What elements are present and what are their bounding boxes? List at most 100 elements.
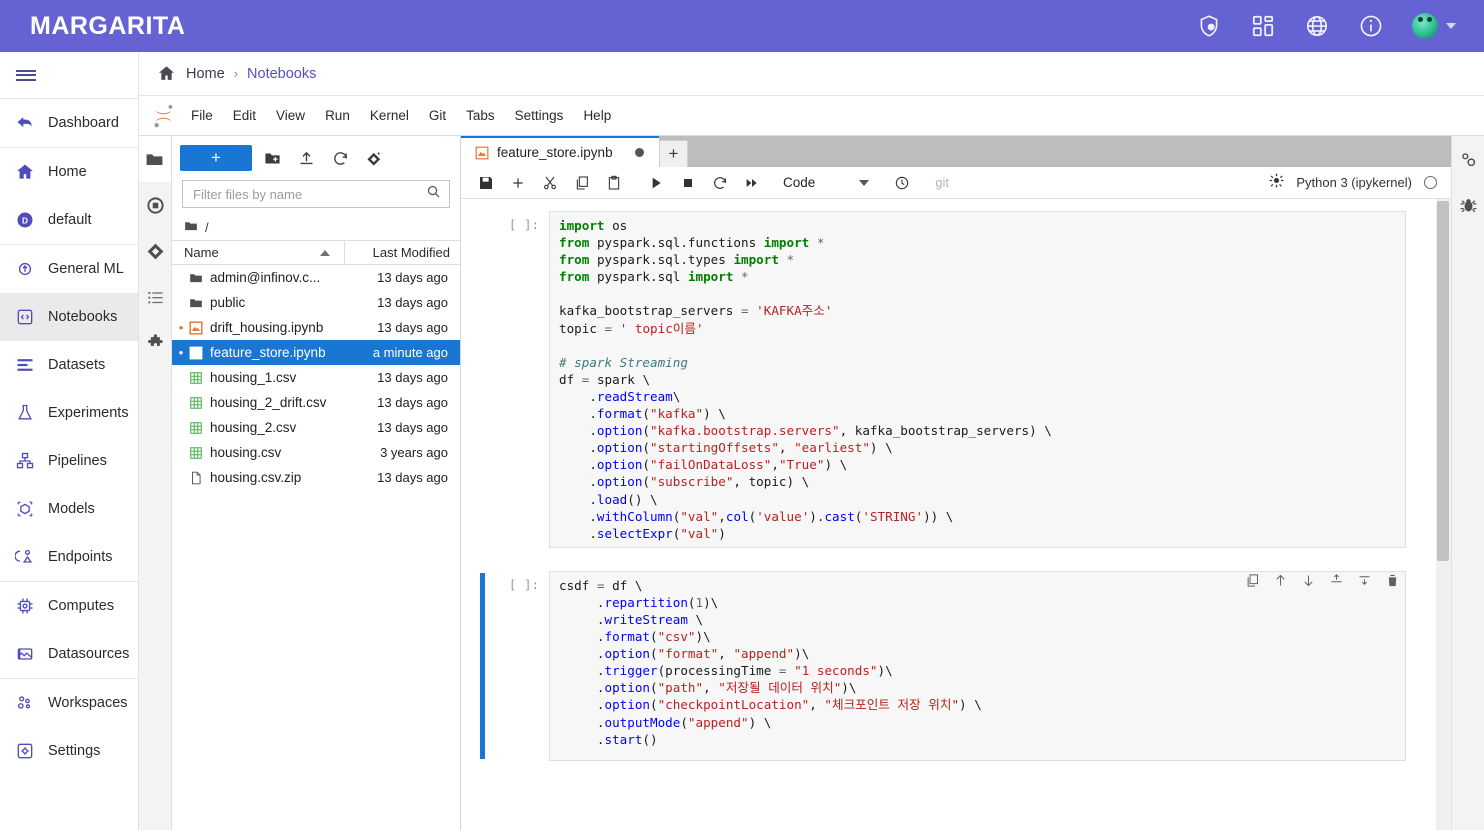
info-icon[interactable] bbox=[1358, 13, 1384, 39]
cell-editor[interactable]: import os from pyspark.sql.functions imp… bbox=[549, 211, 1406, 548]
new-tab-button[interactable]: + bbox=[659, 140, 688, 167]
menu-kernel[interactable]: Kernel bbox=[360, 104, 419, 127]
notebook-tab[interactable]: feature_store.ipynb bbox=[461, 136, 659, 167]
menu-run[interactable]: Run bbox=[315, 104, 360, 127]
datasource-icon bbox=[14, 643, 36, 665]
kernel-gear-icon[interactable] bbox=[1269, 173, 1284, 193]
sidebar-item-models[interactable]: Models bbox=[0, 485, 138, 533]
notebook-scrollbar[interactable] bbox=[1436, 199, 1451, 830]
table-row[interactable]: housing_2_drift.csv 13 days ago bbox=[172, 390, 460, 415]
column-header-name[interactable]: Name bbox=[172, 245, 344, 260]
table-row[interactable]: housing_2.csv 13 days ago bbox=[172, 415, 460, 440]
menu-git[interactable]: Git bbox=[419, 104, 456, 127]
menu-edit[interactable]: Edit bbox=[223, 104, 266, 127]
sidebar-group-ml: General ML Notebooks Datasets Experiment… bbox=[0, 244, 138, 581]
insert-cell-above-icon[interactable] bbox=[1326, 571, 1346, 591]
restart-and-run-all-icon[interactable] bbox=[737, 170, 767, 196]
file-browser-path: / bbox=[205, 219, 209, 235]
menu-view[interactable]: View bbox=[266, 104, 315, 127]
sidebar-item-general-ml[interactable]: General ML bbox=[0, 245, 138, 293]
breadcrumb-home-link[interactable]: Home bbox=[186, 66, 225, 82]
delete-cell-icon[interactable] bbox=[1382, 571, 1402, 591]
general-ml-icon bbox=[14, 258, 36, 280]
table-row[interactable]: • drift_housing.ipynb 13 days ago bbox=[172, 315, 460, 340]
debugger-bug-icon[interactable] bbox=[1452, 182, 1484, 228]
file-filter-wrapper bbox=[172, 180, 460, 214]
table-row[interactable]: housing_1.csv 13 days ago bbox=[172, 365, 460, 390]
shield-lock-icon[interactable] bbox=[1196, 13, 1222, 39]
run-cell-icon[interactable] bbox=[641, 170, 671, 196]
notebook-cell[interactable]: [ ]: import os from pyspark.sql.function… bbox=[461, 207, 1436, 552]
hamburger-menu-icon[interactable] bbox=[0, 52, 138, 98]
sidebar-item-settings[interactable]: Settings bbox=[0, 727, 138, 775]
breadcrumb-current[interactable]: Notebooks bbox=[247, 66, 316, 82]
notebook-scrollbar-thumb[interactable] bbox=[1437, 201, 1449, 561]
notebook-cell[interactable]: [ ]: csdf = df \ .repartition(1)\ .write… bbox=[461, 567, 1436, 765]
menu-settings[interactable]: Settings bbox=[505, 104, 574, 127]
stop-kernel-icon[interactable] bbox=[673, 170, 703, 196]
sidebar-item-datasets[interactable]: Datasets bbox=[0, 341, 138, 389]
duplicate-cell-icon[interactable] bbox=[1242, 571, 1262, 591]
move-cell-up-icon[interactable] bbox=[1270, 571, 1290, 591]
insert-cell-below-icon[interactable] bbox=[503, 170, 533, 196]
column-header-modified[interactable]: Last Modified bbox=[344, 240, 460, 265]
table-row[interactable]: public 13 days ago bbox=[172, 290, 460, 315]
insert-cell-below-icon[interactable] bbox=[1354, 571, 1374, 591]
cut-icon[interactable] bbox=[535, 170, 565, 196]
sidebar-item-datasources[interactable]: Datasources bbox=[0, 630, 138, 678]
sidebar-item-endpoints[interactable]: Endpoints bbox=[0, 533, 138, 581]
cell-type-value: Code bbox=[783, 175, 816, 190]
running-terminals-icon[interactable] bbox=[139, 182, 171, 228]
csv-icon bbox=[186, 421, 206, 435]
menu-tabs[interactable]: Tabs bbox=[456, 104, 505, 127]
menu-file[interactable]: File bbox=[181, 104, 223, 127]
apps-grid-icon[interactable] bbox=[1250, 13, 1276, 39]
git-clone-icon[interactable] bbox=[360, 145, 388, 171]
sidebar-item-notebooks[interactable]: Notebooks bbox=[0, 293, 138, 341]
sidebar-item-default[interactable]: D default bbox=[0, 196, 138, 244]
file-browser-icon[interactable] bbox=[139, 136, 171, 182]
table-row[interactable]: • feature_store.ipynb a minute ago bbox=[172, 340, 460, 365]
paste-icon[interactable] bbox=[599, 170, 629, 196]
extension-puzzle-icon[interactable] bbox=[139, 320, 171, 366]
copy-icon[interactable] bbox=[567, 170, 597, 196]
pipelines-icon bbox=[14, 450, 36, 472]
sidebar-item-pipelines[interactable]: Pipelines bbox=[0, 437, 138, 485]
new-launcher-button[interactable]: + bbox=[180, 145, 252, 171]
clock-icon[interactable] bbox=[887, 170, 917, 196]
folder-icon bbox=[184, 219, 198, 236]
notebook-running-icon bbox=[186, 320, 206, 335]
home-icon[interactable] bbox=[157, 64, 176, 83]
file-browser-breadcrumb[interactable]: / bbox=[172, 214, 460, 240]
jupyter-right-bar bbox=[1451, 136, 1484, 830]
git-icon[interactable] bbox=[139, 228, 171, 274]
table-row[interactable]: housing.csv.zip 13 days ago bbox=[172, 465, 460, 490]
notebook-canvas: [ ]: import os from pyspark.sql.function… bbox=[461, 199, 1436, 830]
sidebar-item-computes[interactable]: Computes bbox=[0, 582, 138, 630]
new-folder-icon[interactable] bbox=[258, 145, 286, 171]
move-cell-down-icon[interactable] bbox=[1298, 571, 1318, 591]
user-menu[interactable] bbox=[1412, 13, 1456, 39]
file-browser-panel: + / Name Last Modified bbox=[172, 136, 461, 830]
cell-type-select[interactable]: Code bbox=[783, 175, 870, 190]
cell-editor[interactable]: csdf = df \ .repartition(1)\ .writeStrea… bbox=[549, 570, 1406, 761]
table-row[interactable]: housing.csv 3 years ago bbox=[172, 440, 460, 465]
file-filter-box[interactable] bbox=[182, 180, 450, 208]
upload-icon[interactable] bbox=[292, 145, 320, 171]
refresh-icon[interactable] bbox=[326, 145, 354, 171]
restart-kernel-icon[interactable] bbox=[705, 170, 735, 196]
save-icon[interactable] bbox=[471, 170, 501, 196]
sidebar-item-workspaces[interactable]: Workspaces bbox=[0, 679, 138, 727]
property-inspector-icon[interactable] bbox=[1452, 136, 1484, 182]
unsaved-changes-dot[interactable] bbox=[634, 148, 644, 157]
file-icon bbox=[186, 471, 206, 485]
sidebar-item-experiments[interactable]: Experiments bbox=[0, 389, 138, 437]
sidebar-item-dashboard[interactable]: Dashboard bbox=[0, 99, 138, 147]
table-of-contents-icon[interactable] bbox=[139, 274, 171, 320]
kernel-name-label[interactable]: Python 3 (ipykernel) bbox=[1296, 175, 1412, 190]
globe-icon[interactable] bbox=[1304, 13, 1330, 39]
search-input[interactable] bbox=[191, 185, 426, 203]
table-row[interactable]: admin@infinov.c... 13 days ago bbox=[172, 265, 460, 290]
sidebar-item-home[interactable]: Home bbox=[0, 148, 138, 196]
menu-help[interactable]: Help bbox=[573, 104, 621, 127]
